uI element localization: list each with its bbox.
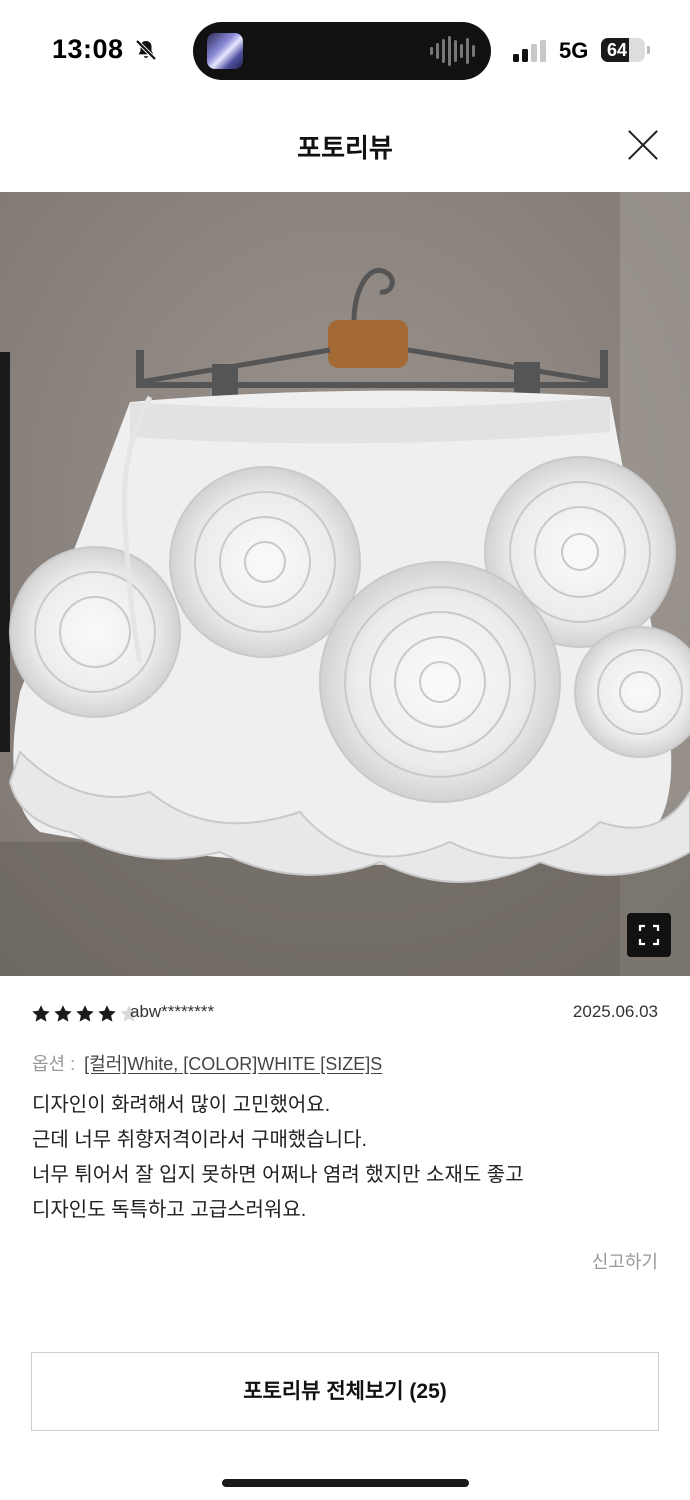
star-filled-icon bbox=[54, 1005, 72, 1022]
review-line: 근데 너무 취향저격이라서 구매했습니다. bbox=[32, 1129, 368, 1151]
page-header: 포토리뷰 bbox=[0, 100, 690, 192]
star-filled-icon bbox=[76, 1005, 94, 1022]
review-body: 디자인이 화려해서 많이 고민했어요. 근데 너무 취향저격이라서 구매했습니다… bbox=[32, 1088, 662, 1228]
home-indicator[interactable] bbox=[222, 1479, 469, 1487]
review-author: abw******** bbox=[130, 1002, 215, 1021]
report-link[interactable]: 신고하기 bbox=[592, 1248, 658, 1274]
close-icon[interactable] bbox=[620, 122, 666, 168]
view-all-photo-reviews-button[interactable]: 포토리뷰 전체보기 (25) bbox=[31, 1352, 659, 1431]
option-label: 옵션 : bbox=[32, 1054, 76, 1074]
rating-stars bbox=[31, 1004, 139, 1024]
star-filled-icon bbox=[98, 1005, 116, 1022]
battery-level: 64 bbox=[607, 40, 628, 60]
option-row: 옵션 : [컬러]White, [COLOR]WHITE [SIZE]S bbox=[32, 1050, 382, 1076]
signal-icon bbox=[513, 40, 546, 62]
expand-icon[interactable] bbox=[627, 913, 671, 957]
star-filled-icon bbox=[32, 1005, 50, 1022]
review-line: 너무 튀어서 잘 입지 못하면 어쩌나 염려 했지만 소재도 좋고 bbox=[32, 1164, 524, 1186]
battery-icon: 64 bbox=[601, 38, 651, 62]
bell-slash-icon bbox=[135, 39, 157, 61]
network-type: 5G bbox=[559, 38, 589, 63]
status-bar: 13:08 5G 64 bbox=[0, 0, 690, 100]
review-photo[interactable] bbox=[0, 192, 690, 976]
now-playing-artwork bbox=[207, 33, 243, 69]
status-time: 13:08 bbox=[52, 34, 124, 64]
option-value[interactable]: [컬러]White, [COLOR]WHITE [SIZE]S bbox=[84, 1054, 382, 1074]
review-date: 2025.06.03 bbox=[572, 1002, 658, 1021]
dynamic-island[interactable] bbox=[193, 22, 491, 80]
page-title: 포토리뷰 bbox=[297, 133, 393, 163]
audio-waveform-icon bbox=[430, 36, 475, 66]
review-line: 디자인도 독특하고 고급스러워요. bbox=[32, 1199, 307, 1221]
review-line: 디자인이 화려해서 많이 고민했어요. bbox=[32, 1094, 331, 1116]
photo-white-ruffled-rose-skirt bbox=[0, 192, 690, 976]
